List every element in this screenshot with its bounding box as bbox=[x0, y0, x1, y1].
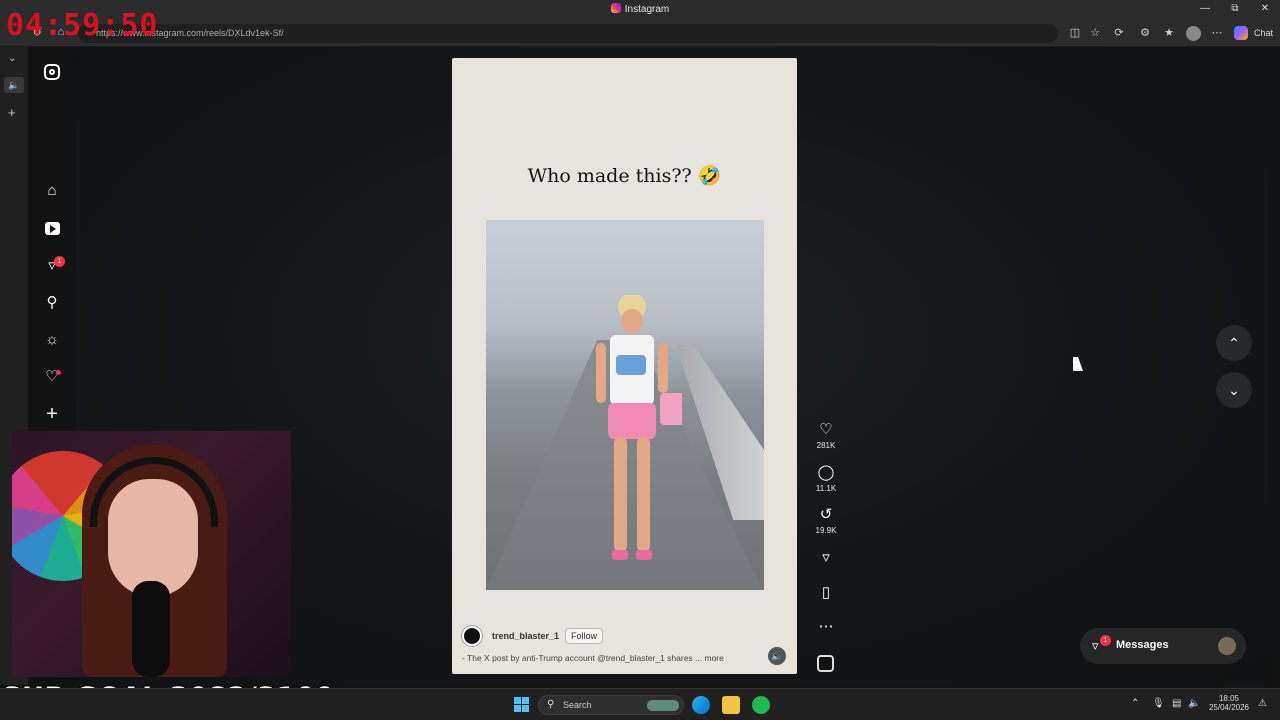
stream-timer: 04:59:50 bbox=[6, 8, 159, 43]
microphone-icon bbox=[132, 581, 170, 677]
file-explorer-icon[interactable] bbox=[722, 696, 740, 714]
search-icon[interactable]: ⚲ bbox=[44, 295, 60, 311]
tray-chevron-icon[interactable]: ⌃ bbox=[1131, 698, 1139, 709]
reel-footer: trend_blaster_1 Follow - The X post by a… bbox=[452, 624, 797, 674]
window-title-bar: Instagram — ⧉ ✕ bbox=[0, 0, 1280, 20]
messages-label: Messages bbox=[1116, 639, 1169, 651]
minimize-button[interactable]: — bbox=[1198, 3, 1212, 14]
home-icon[interactable]: ⌂ bbox=[44, 183, 60, 199]
taskbar-search-placeholder: Search bbox=[563, 700, 592, 710]
notification-dot bbox=[56, 370, 61, 375]
webcam-overlay bbox=[12, 431, 291, 677]
messages-button[interactable]: ▿ 1 Messages bbox=[1080, 628, 1246, 664]
repost-icon: ↺ bbox=[819, 506, 833, 523]
share-button[interactable]: ▿ bbox=[815, 549, 837, 567]
previous-reel-button[interactable]: ⌃ bbox=[1216, 325, 1252, 361]
edge-browser-icon[interactable] bbox=[692, 696, 710, 714]
clock-time: 18:05 bbox=[1218, 694, 1240, 703]
send-icon: ▿ bbox=[822, 549, 830, 566]
window-title: Instagram bbox=[0, 3, 1280, 15]
favorites-icon[interactable]: ★ bbox=[1162, 26, 1176, 39]
profile-avatar[interactable] bbox=[1186, 26, 1201, 41]
copilot-icon[interactable] bbox=[1234, 26, 1248, 40]
instagram-favicon-icon bbox=[610, 3, 621, 13]
explore-compass-icon[interactable]: ☼ bbox=[44, 332, 60, 348]
video-person bbox=[596, 295, 682, 560]
speaker-icon[interactable]: 🔈 bbox=[4, 77, 24, 93]
comment-icon: ◯ bbox=[817, 464, 835, 481]
follow-button[interactable]: Follow bbox=[565, 628, 604, 644]
taskbar-clock[interactable]: 18:05 25/04/2026 bbox=[1206, 694, 1252, 712]
heart-icon: ♡ bbox=[819, 421, 833, 438]
split-screen-icon[interactable]: ◫ bbox=[1068, 26, 1082, 39]
browser-toolbar: ‹ ↻ ⌂ https://www.instagram.com/reels/DX… bbox=[0, 20, 1280, 47]
close-button[interactable]: ✕ bbox=[1258, 3, 1272, 14]
save-button[interactable]: ▯ bbox=[815, 584, 837, 602]
reel-video[interactable] bbox=[486, 220, 764, 590]
comments-count: 11.1K bbox=[815, 484, 837, 493]
add-tab-icon[interactable]: + bbox=[8, 105, 16, 120]
author-username[interactable]: trend_blaster_1 bbox=[492, 631, 559, 641]
browser-essentials-icon[interactable]: ⚙ bbox=[1138, 26, 1152, 39]
notification-bell-icon[interactable]: ⚠ bbox=[1258, 698, 1267, 709]
notifications-badge: 1 bbox=[54, 256, 65, 267]
mouse-cursor bbox=[1073, 357, 1083, 371]
search-highlight-icon bbox=[647, 700, 679, 711]
search-icon: ⚲ bbox=[547, 699, 555, 710]
author-avatar[interactable] bbox=[462, 626, 482, 646]
reposts-count: 19.9K bbox=[815, 526, 837, 535]
reel-card[interactable]: Who made this?? 🤣 trend_blaster_1 Follow… bbox=[452, 58, 797, 674]
more-menu-icon[interactable]: ⋯ bbox=[1210, 26, 1224, 39]
more-horizontal-icon: ⋯ bbox=[818, 618, 834, 635]
volume-icon[interactable]: 🔈 bbox=[1188, 698, 1200, 709]
favorite-star-icon[interactable]: ☆ bbox=[1088, 26, 1102, 39]
like-button[interactable]: ♡ 281K bbox=[815, 421, 837, 450]
reel-caption: Who made this?? 🤣 bbox=[527, 165, 722, 187]
more-options-button[interactable]: ⋯ bbox=[815, 618, 837, 636]
messages-badge: 1 bbox=[1100, 635, 1111, 646]
reel-description[interactable]: - The X post by anti-Trump account @tren… bbox=[462, 653, 724, 663]
windows-taskbar: ⚲ Search ⌃ 🎙 ▤ 🔈 18:05 25/04/2026 ⚠ bbox=[0, 688, 1280, 720]
address-bar[interactable]: https://www.instagram.com/reels/DXLdv1ek… bbox=[78, 24, 1058, 43]
chevron-down-icon[interactable]: ⌄ bbox=[8, 53, 16, 64]
bookmark-icon: ▯ bbox=[821, 584, 831, 601]
create-plus-icon[interactable]: + bbox=[44, 404, 60, 424]
windows-start-icon[interactable] bbox=[513, 696, 531, 714]
direct-icon: ▿ bbox=[1092, 638, 1099, 653]
taskbar-search[interactable]: ⚲ Search bbox=[538, 695, 684, 715]
audio-thumbnail[interactable] bbox=[817, 655, 834, 672]
copilot-label[interactable]: Chat bbox=[1254, 28, 1273, 38]
network-icon[interactable]: ▤ bbox=[1172, 698, 1181, 709]
microphone-tray-icon[interactable]: 🎙 bbox=[1152, 698, 1165, 709]
next-reel-button[interactable]: ⌄ bbox=[1216, 372, 1252, 408]
spotify-icon[interactable] bbox=[752, 696, 770, 714]
contact-avatar bbox=[1218, 637, 1236, 655]
extensions-icon[interactable]: ⟳ bbox=[1112, 26, 1126, 39]
reels-icon[interactable] bbox=[45, 222, 60, 235]
likes-count: 281K bbox=[816, 441, 836, 450]
restore-button[interactable]: ⧉ bbox=[1228, 3, 1242, 14]
mute-toggle-icon[interactable]: 🔈 bbox=[768, 647, 786, 665]
comment-button[interactable]: ◯ 11.1K bbox=[815, 464, 837, 493]
instagram-logo-icon[interactable] bbox=[44, 64, 60, 80]
clock-date: 25/04/2026 bbox=[1208, 703, 1250, 712]
repost-button[interactable]: ↺ 19.9K bbox=[815, 506, 837, 535]
